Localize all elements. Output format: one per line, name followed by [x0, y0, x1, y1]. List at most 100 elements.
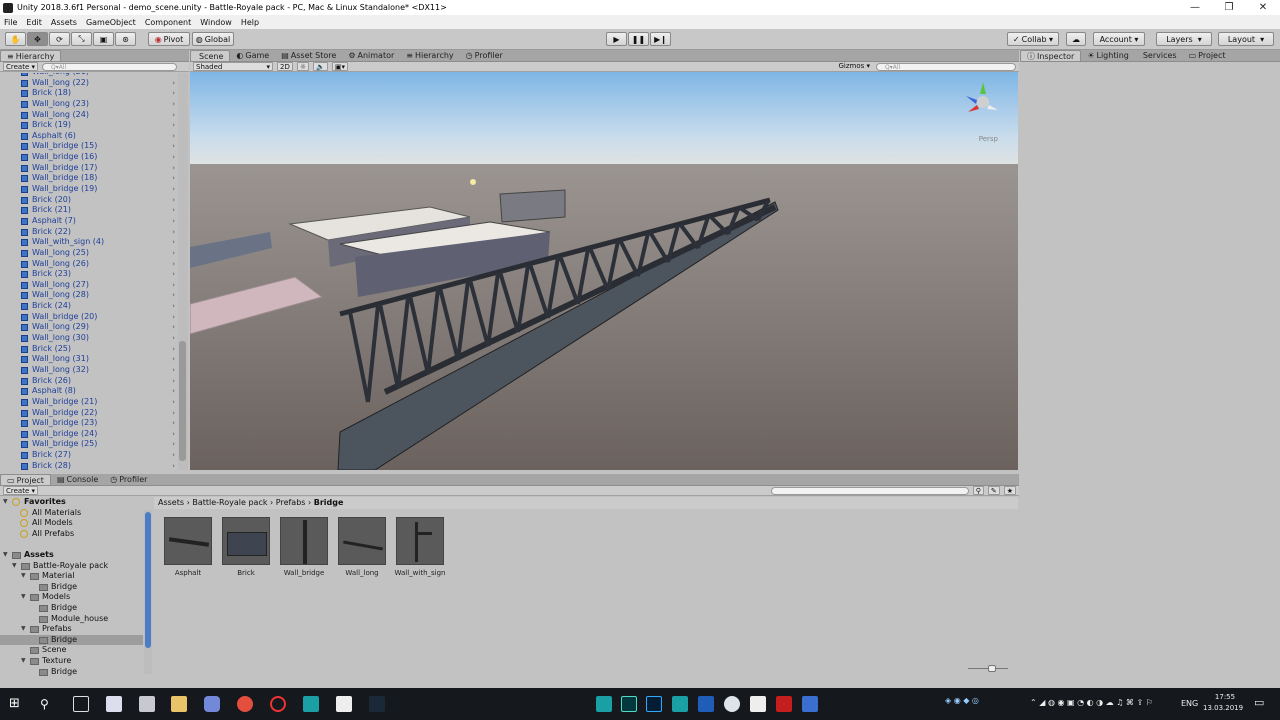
folder-item[interactable]: Bridge: [0, 582, 143, 593]
expand-arrow-icon[interactable]: ▼: [3, 550, 8, 561]
favorite-item[interactable]: All Prefabs: [0, 529, 143, 540]
tab-profiler[interactable]: ◷ Profiler: [460, 50, 509, 61]
hierarchy-item[interactable]: Brick (19) ›: [0, 120, 178, 131]
chrome-icon[interactable]: [237, 696, 253, 712]
chevron-right-icon[interactable]: ›: [172, 131, 175, 142]
breadcrumb-pack[interactable]: Battle-Royale pack: [192, 498, 267, 507]
gizmos-dropdown[interactable]: Gizmos ▾: [836, 62, 872, 71]
breadcrumb-assets[interactable]: Assets: [158, 498, 184, 507]
chevron-right-icon[interactable]: ›: [172, 450, 175, 461]
asset-wall-long[interactable]: Wall_long: [336, 517, 388, 577]
minimize-button[interactable]: —: [1178, 0, 1212, 15]
chevron-right-icon[interactable]: ›: [172, 120, 175, 131]
chevron-right-icon[interactable]: ›: [172, 461, 175, 470]
folder-item[interactable]: Scene: [0, 645, 143, 656]
project-search-input[interactable]: [770, 486, 969, 495]
game-launcher-icon[interactable]: [802, 696, 818, 712]
hierarchy-scroll-thumb[interactable]: [179, 341, 186, 461]
hierarchy-search-input[interactable]: Q▾All: [42, 62, 178, 71]
play-button[interactable]: ▶: [606, 32, 627, 46]
folder-item[interactable]: ▼ Battle-Royale pack: [0, 561, 143, 572]
breadcrumb-bridge[interactable]: Bridge: [314, 498, 344, 507]
hierarchy-scrollbar[interactable]: [178, 73, 188, 470]
tab-lighting[interactable]: ☀ Lighting: [1081, 50, 1135, 61]
hand-tool-icon[interactable]: ✋: [5, 32, 26, 46]
chevron-right-icon[interactable]: ›: [172, 205, 175, 216]
chevron-right-icon[interactable]: ›: [172, 88, 175, 99]
chevron-right-icon[interactable]: ›: [172, 322, 175, 333]
tab-scene[interactable]: Scene: [190, 50, 231, 61]
audio-toggle-icon[interactable]: 🔈: [313, 62, 328, 71]
maya-pinned-icon[interactable]: [596, 696, 612, 712]
rect-tool-icon[interactable]: ▣: [93, 32, 114, 46]
menu-edit[interactable]: Edit: [26, 18, 42, 27]
menu-assets[interactable]: Assets: [51, 18, 77, 27]
filter-type-icon[interactable]: ⚲: [972, 486, 984, 495]
effects-dropdown-icon[interactable]: ▣▾: [331, 62, 348, 71]
hierarchy-item[interactable]: Wall_long (22) ›: [0, 78, 178, 89]
project-scrollbar[interactable]: [144, 510, 152, 674]
hierarchy-create-button[interactable]: Create ▾: [3, 62, 39, 71]
acrobat-icon[interactable]: [776, 696, 792, 712]
menu-window[interactable]: Window: [200, 18, 232, 27]
photoshop-icon[interactable]: [646, 696, 662, 712]
hierarchy-item[interactable]: Wall_bridge (25) ›: [0, 439, 178, 450]
expand-arrow-icon[interactable]: ▼: [21, 624, 26, 635]
slider-handle[interactable]: [988, 665, 996, 672]
expand-arrow-icon[interactable]: ▼: [3, 497, 8, 508]
global-toggle[interactable]: ◍ Global: [192, 32, 234, 46]
favorite-item[interactable]: All Materials: [0, 508, 143, 519]
hierarchy-item[interactable]: Wall_with_sign (4) ›: [0, 237, 178, 248]
chevron-right-icon[interactable]: ›: [172, 78, 175, 89]
transform-tool-icon[interactable]: ⊛: [115, 32, 136, 46]
hierarchy-item[interactable]: Wall_bridge (19) ›: [0, 184, 178, 195]
chevron-right-icon[interactable]: ›: [172, 429, 175, 440]
screen-recorder-icon[interactable]: [270, 696, 286, 712]
tab-hierarchy[interactable]: ≡ Hierarchy: [400, 50, 459, 61]
store-icon[interactable]: [139, 696, 155, 712]
menu-gameobject[interactable]: GameObject: [86, 18, 136, 27]
chevron-right-icon[interactable]: ›: [172, 152, 175, 163]
chevron-right-icon[interactable]: ›: [172, 248, 175, 259]
hierarchy-item[interactable]: Brick (21) ›: [0, 205, 178, 216]
expand-arrow-icon[interactable]: ▼: [21, 571, 26, 582]
chevron-right-icon[interactable]: ›: [172, 237, 175, 248]
folder-item[interactable]: ▼ Material: [0, 571, 143, 582]
favorites-folder[interactable]: ▼ Favorites: [0, 497, 143, 508]
hierarchy-item[interactable]: Brick (20) ›: [0, 195, 178, 206]
2d-toggle[interactable]: 2D: [277, 62, 293, 71]
tab-profiler[interactable]: ◷ Profiler: [104, 474, 153, 485]
step-button[interactable]: ▶❙: [650, 32, 671, 46]
chevron-right-icon[interactable]: ›: [172, 280, 175, 291]
chevron-right-icon[interactable]: ›: [172, 333, 175, 344]
cloud-icon[interactable]: ☁: [1066, 32, 1086, 46]
expand-arrow-icon[interactable]: ▼: [21, 656, 26, 667]
hierarchy-item[interactable]: Wall_long (25) ›: [0, 248, 178, 259]
hierarchy-item[interactable]: Wall_bridge (16) ›: [0, 152, 178, 163]
tab-console[interactable]: ▤ Console: [51, 474, 104, 485]
hierarchy-item[interactable]: Wall_bridge (22) ›: [0, 408, 178, 419]
obs-icon[interactable]: [724, 696, 740, 712]
account-dropdown[interactable]: Account ▾: [1093, 32, 1145, 46]
chevron-right-icon[interactable]: ›: [172, 269, 175, 280]
hierarchy-item[interactable]: Brick (28) ›: [0, 461, 178, 470]
hierarchy-item[interactable]: Wall_long (32) ›: [0, 365, 178, 376]
menu-file[interactable]: File: [4, 18, 17, 27]
unity-hub-icon[interactable]: [750, 696, 766, 712]
assets-folder[interactable]: ▼ Assets: [0, 550, 143, 561]
close-button[interactable]: ✕: [1246, 0, 1280, 15]
hierarchy-item[interactable]: Wall_long (30) ›: [0, 333, 178, 344]
hierarchy-item[interactable]: Asphalt (7) ›: [0, 216, 178, 227]
hierarchy-item[interactable]: Brick (18) ›: [0, 88, 178, 99]
clock-date[interactable]: 13.03.2019: [1203, 704, 1243, 712]
notifications-icon[interactable]: ▭: [1254, 696, 1264, 709]
tab-project[interactable]: ▭ Project: [0, 474, 51, 485]
chevron-right-icon[interactable]: ›: [172, 163, 175, 174]
hierarchy-item[interactable]: Brick (22) ›: [0, 227, 178, 238]
pause-button[interactable]: ❚❚: [628, 32, 649, 46]
scene-gizmo[interactable]: [962, 80, 1004, 122]
layout-dropdown[interactable]: Layout ▾: [1218, 32, 1274, 46]
collab-dropdown[interactable]: ✓ Collab ▾: [1007, 32, 1059, 46]
asset-wall-bridge[interactable]: Wall_bridge: [278, 517, 330, 577]
tab-services[interactable]: Services: [1135, 50, 1183, 61]
